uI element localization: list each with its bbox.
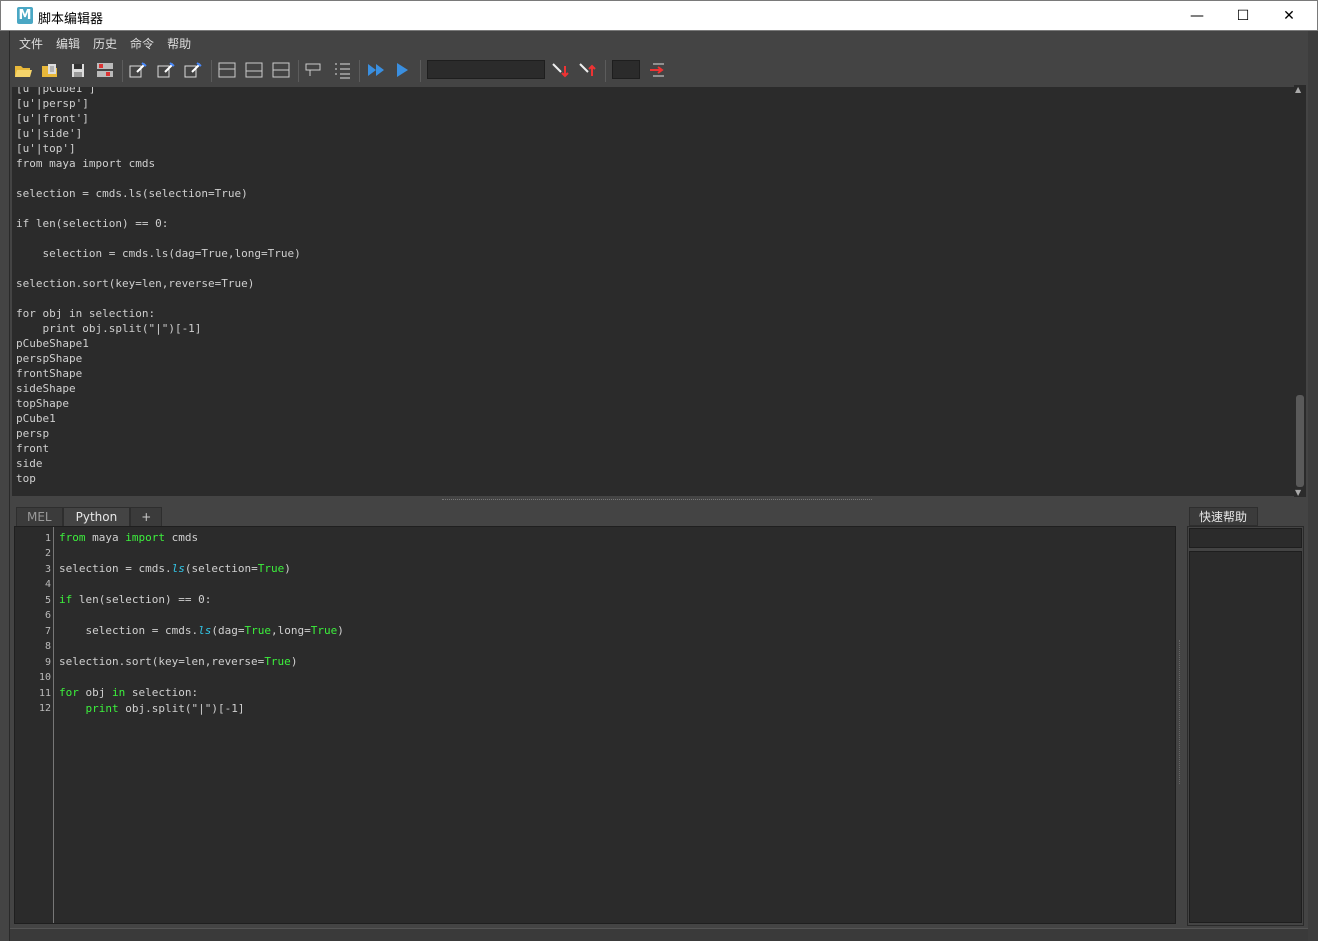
language-tabs: MEL Python + xyxy=(16,507,163,526)
open-script-icon[interactable] xyxy=(13,60,33,80)
minimize-button[interactable]: — xyxy=(1174,1,1220,31)
script-output-pane[interactable]: [u'|pCube1'] [u'|persp'] [u'|front'] [u'… xyxy=(12,87,1294,496)
line-number: 10 xyxy=(38,672,51,683)
output-scrollbar[interactable]: ▲ ▼ xyxy=(1294,85,1306,497)
goto-line-field[interactable] xyxy=(612,60,640,79)
line-number: 2 xyxy=(44,548,51,559)
code-line: print obj.split("|")[-1] xyxy=(85,701,245,715)
script-input-editor[interactable]: 1 2 3 4 5 6 7 8 9 10 11 12 from maya imp… xyxy=(14,526,1176,924)
output-text: [u'|pCube1'] [u'|persp'] [u'|front'] [u'… xyxy=(16,87,301,485)
execute-all-icon[interactable] xyxy=(366,60,386,80)
clear-input-icon[interactable] xyxy=(156,60,176,80)
toolbar xyxy=(10,56,1308,85)
show-line-numbers-icon[interactable] xyxy=(332,60,352,80)
line-number: 8 xyxy=(44,641,51,652)
background-app-strip-left xyxy=(0,31,10,941)
quick-help-input[interactable] xyxy=(1189,528,1302,548)
source-script-icon[interactable] xyxy=(40,60,60,80)
show-both-icon[interactable] xyxy=(271,60,291,80)
menu-edit[interactable]: 编辑 xyxy=(56,35,93,52)
tab-quick-help[interactable]: 快速帮助 xyxy=(1189,507,1258,526)
output-scroll-thumb[interactable] xyxy=(1296,395,1304,487)
editor-scrollbar[interactable] xyxy=(1179,640,1183,784)
show-input-icon[interactable] xyxy=(244,60,264,80)
code-line: selection = cmds.ls(dag=True,long=True) xyxy=(59,624,344,637)
code-line: if len(selection) == 0: xyxy=(59,593,212,606)
search-up-icon[interactable] xyxy=(577,60,597,80)
menu-file[interactable]: 文件 xyxy=(19,35,56,52)
show-history-icon[interactable] xyxy=(217,60,237,80)
search-field[interactable] xyxy=(427,60,545,79)
menu-history[interactable]: 历史 xyxy=(93,35,130,52)
save-script-icon[interactable] xyxy=(68,60,88,80)
scroll-up-arrow-icon[interactable]: ▲ xyxy=(1295,85,1301,94)
tab-mel[interactable]: MEL xyxy=(16,507,63,526)
code-line: selection.sort(key=len,reverse=True) xyxy=(59,655,298,668)
search-down-icon[interactable] xyxy=(550,60,570,80)
line-number: 9 xyxy=(44,657,51,668)
line-number-gutter: 1 2 3 4 5 6 7 8 9 10 11 12 xyxy=(15,527,54,923)
quick-help-list[interactable] xyxy=(1189,551,1302,923)
line-number: 4 xyxy=(44,579,51,590)
line-number: 5 xyxy=(44,595,51,606)
clear-all-icon[interactable] xyxy=(183,60,203,80)
menu-command[interactable]: 命令 xyxy=(130,35,167,52)
line-number: 11 xyxy=(38,688,51,699)
echo-all-commands-icon[interactable] xyxy=(304,60,324,80)
pane-splitter[interactable] xyxy=(10,497,1308,505)
menu-bar: 文件 编辑 历史 命令 帮助 xyxy=(10,31,1308,56)
code-line: from maya import cmds xyxy=(59,531,199,544)
background-app-strip-bottom xyxy=(10,928,1308,941)
tab-python[interactable]: Python xyxy=(62,507,131,526)
line-number: 6 xyxy=(44,610,51,621)
maximize-button[interactable]: ☐ xyxy=(1220,1,1266,31)
add-tab-button[interactable]: + xyxy=(130,507,163,526)
code-line: selection = cmds.ls(selection=True) xyxy=(59,562,291,575)
clear-history-icon[interactable] xyxy=(128,60,148,80)
save-to-shelf-icon[interactable] xyxy=(95,60,115,80)
goto-line-icon[interactable] xyxy=(647,60,667,80)
line-number: 3 xyxy=(44,564,51,575)
line-number: 1 xyxy=(44,533,51,544)
scroll-down-arrow-icon[interactable]: ▼ xyxy=(1295,488,1301,497)
close-button[interactable]: ✕ xyxy=(1266,1,1312,31)
maya-app-icon: M xyxy=(17,7,33,24)
window-title: 脚本编辑器 xyxy=(38,12,104,27)
background-app-strip-right xyxy=(1308,31,1318,941)
title-bar: M 脚本编辑器 — ☐ ✕ xyxy=(0,0,1318,31)
code-line: for obj in selection: xyxy=(59,686,199,699)
line-number: 7 xyxy=(44,626,51,637)
menu-help[interactable]: 帮助 xyxy=(167,35,204,52)
execute-icon[interactable] xyxy=(392,60,412,80)
line-number: 12 xyxy=(38,703,51,714)
